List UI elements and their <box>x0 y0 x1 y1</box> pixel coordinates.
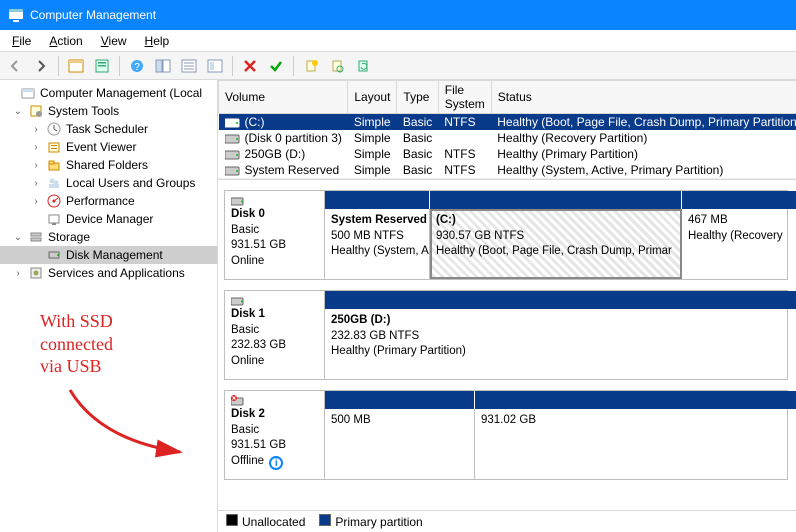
find-button[interactable] <box>326 55 348 77</box>
info-icon[interactable]: i <box>269 456 283 470</box>
tree-shared-folders[interactable]: ›Shared Folders <box>0 156 217 174</box>
tree-storage[interactable]: ⌄Storage <box>0 228 217 246</box>
tree-event-viewer[interactable]: ›Event Viewer <box>0 138 217 156</box>
volume-row[interactable]: (Disk 0 partition 3)SimpleBasicHealthy (… <box>219 130 796 146</box>
tree-label: Device Manager <box>66 212 153 226</box>
refresh-button[interactable] <box>352 55 374 77</box>
col-status[interactable]: Status <box>491 81 796 114</box>
tree-disk-management[interactable]: Disk Management <box>0 246 217 264</box>
tree-label: Task Scheduler <box>66 122 148 136</box>
tree-task-scheduler[interactable]: ›Task Scheduler <box>0 120 217 138</box>
tree-local-users[interactable]: ›Local Users and Groups <box>0 174 217 192</box>
tree-performance[interactable]: ›Performance <box>0 192 217 210</box>
back-button[interactable] <box>4 55 26 77</box>
tree-services-apps[interactable]: ›Services and Applications <box>0 264 217 282</box>
disk-info[interactable]: Disk 2Basic931.51 GBOffline i <box>225 391 325 479</box>
tree-root[interactable]: Computer Management (Local <box>0 84 217 102</box>
check-button[interactable] <box>265 55 287 77</box>
tree-label: Storage <box>48 230 90 244</box>
volume-table[interactable]: Volume Layout Type File System Status (C… <box>218 80 796 178</box>
tree-label: Performance <box>66 194 135 208</box>
menu-action[interactable]: Action <box>41 32 90 50</box>
tree-label: Disk Management <box>66 248 163 262</box>
nav-tree[interactable]: Computer Management (Local ⌄ System Tool… <box>0 80 218 532</box>
menu-view[interactable]: View <box>93 32 135 50</box>
volume-list[interactable]: Volume Layout Type File System Status (C… <box>218 80 796 180</box>
col-type[interactable]: Type <box>397 81 438 114</box>
toolbar-separator <box>119 56 120 76</box>
volume-row[interactable]: System ReservedSimpleBasicNTFSHealthy (S… <box>219 162 796 178</box>
disk-info[interactable]: Disk 0Basic931.51 GBOnline <box>225 191 325 279</box>
disk-info[interactable]: Disk 1Basic232.83 GBOnline <box>225 291 325 379</box>
partition[interactable]: (C:)930.57 GB NTFSHealthy (Boot, Page Fi… <box>430 209 682 279</box>
tree-device-manager[interactable]: Device Manager <box>0 210 217 228</box>
title-bar: Computer Management <box>0 0 796 30</box>
help-button[interactable]: ? <box>126 55 148 77</box>
legend-primary: Primary partition <box>319 514 422 529</box>
show-hide-button[interactable] <box>152 55 174 77</box>
col-layout[interactable]: Layout <box>348 81 397 114</box>
tree-system-tools[interactable]: ⌄ System Tools <box>0 102 217 120</box>
svg-text:?: ? <box>134 62 140 73</box>
tree-label: Local Users and Groups <box>66 176 195 190</box>
toolbar-separator <box>293 56 294 76</box>
tree-root-label: Computer Management (Local <box>40 86 202 100</box>
menu-file[interactable]: File <box>4 32 39 50</box>
properties-button[interactable] <box>91 55 113 77</box>
tree-label: Services and Applications <box>48 266 185 280</box>
toolbar: ? <box>0 52 796 80</box>
menu-bar: File Action View Help <box>0 30 796 52</box>
console-button[interactable] <box>204 55 226 77</box>
tree-label: Event Viewer <box>66 140 136 154</box>
partition[interactable]: 467 MBHealthy (Recovery <box>682 209 796 279</box>
toolbar-separator <box>232 56 233 76</box>
partition[interactable]: System Reserved500 MB NTFSHealthy (Syste… <box>325 209 430 279</box>
delete-button[interactable] <box>239 55 261 77</box>
legend: Unallocated Primary partition <box>218 510 796 532</box>
app-icon <box>8 7 24 23</box>
col-volume[interactable]: Volume <box>219 81 348 114</box>
tree-label: Shared Folders <box>66 158 148 172</box>
volume-row[interactable]: (C:)SimpleBasicNTFSHealthy (Boot, Page F… <box>219 114 796 131</box>
volume-row[interactable]: 250GB (D:)SimpleBasicNTFSHealthy (Primar… <box>219 146 796 162</box>
partition[interactable]: 500 MB <box>325 409 475 479</box>
menu-help[interactable]: Help <box>137 32 178 50</box>
toolbar-separator <box>58 56 59 76</box>
disk-row[interactable]: Disk 0Basic931.51 GBOnlineSystem Reserve… <box>224 190 788 280</box>
list-button[interactable] <box>178 55 200 77</box>
col-filesystem[interactable]: File System <box>438 81 491 114</box>
forward-button[interactable] <box>30 55 52 77</box>
tree-label: System Tools <box>48 104 119 118</box>
new-button[interactable] <box>300 55 322 77</box>
content-pane: Volume Layout Type File System Status (C… <box>218 80 796 532</box>
partition[interactable]: 931.02 GB <box>475 409 796 479</box>
legend-unallocated: Unallocated <box>226 514 305 529</box>
disk-row[interactable]: Disk 1Basic232.83 GBOnline250GB (D:)232.… <box>224 290 788 380</box>
disk-row[interactable]: Disk 2Basic931.51 GBOffline i500 MB931.0… <box>224 390 788 480</box>
window-title: Computer Management <box>30 8 156 22</box>
views-button[interactable] <box>65 55 87 77</box>
disk-graphical-view[interactable]: Disk 0Basic931.51 GBOnlineSystem Reserve… <box>218 180 796 510</box>
partition[interactable]: 250GB (D:)232.83 GB NTFSHealthy (Primary… <box>325 309 796 379</box>
